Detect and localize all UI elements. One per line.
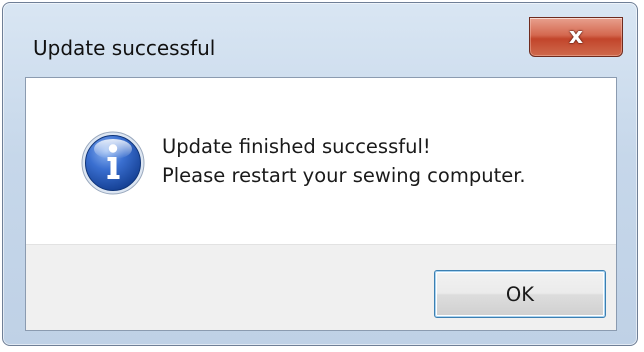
title-bar: Update successful x [3, 3, 637, 77]
dialog-title: Update successful [33, 36, 216, 60]
button-bar: OK [26, 244, 616, 330]
close-icon: x [568, 24, 584, 49]
message-text: Update finished successful! Please resta… [162, 132, 526, 190]
message-area: Update finished successful! Please resta… [26, 78, 616, 244]
info-icon [81, 131, 145, 195]
dialog-body: Update finished successful! Please resta… [25, 77, 617, 331]
ok-button[interactable]: OK [434, 270, 606, 318]
message-line-1: Update finished successful! [162, 135, 431, 158]
message-line-2: Please restart your sewing computer. [162, 164, 526, 187]
dialog-window: Update successful x Update finished succ… [2, 2, 638, 346]
close-button[interactable]: x [529, 17, 623, 57]
